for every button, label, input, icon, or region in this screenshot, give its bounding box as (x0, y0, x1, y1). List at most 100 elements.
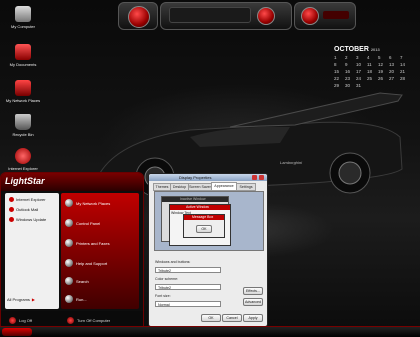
play-button-icon[interactable] (257, 7, 275, 25)
tab-desktop[interactable]: Desktop (170, 183, 189, 191)
search-icon (65, 277, 73, 285)
weather-display (323, 11, 349, 19)
message-box-preview: Message Box OK (183, 214, 225, 238)
start-item-control-panel[interactable]: Control Panel (65, 219, 100, 227)
log-off-icon (9, 317, 16, 324)
taskbar (0, 326, 420, 337)
start-item-label: My Network Places (76, 200, 111, 206)
help-icon (65, 259, 73, 267)
internet-explorer-icon (9, 197, 14, 202)
documents-folder-icon (15, 44, 31, 60)
dialog-titlebar[interactable]: Display Properties (149, 174, 267, 181)
start-item-internet-explorer[interactable]: Internet Explorer (9, 197, 46, 202)
windows-and-buttons-label: Windows and buttons: (155, 260, 191, 264)
close-icon[interactable] (259, 175, 264, 180)
tab-settings[interactable]: Settings (236, 183, 256, 191)
start-item-windows-update[interactable]: Windows Update (9, 217, 46, 222)
media-gadget[interactable] (160, 2, 292, 30)
start-menu: LightStar Internet Explorer Outlook Mail… (0, 172, 144, 334)
windows-update-icon (9, 217, 14, 222)
start-button[interactable] (2, 328, 32, 336)
calendar-day: 6 (389, 55, 392, 60)
desktop-icon-recycle-bin[interactable]: Recycle Bin (0, 114, 46, 137)
calendar-day: 16 (345, 69, 351, 74)
calendar-day: 1 (334, 55, 337, 60)
calendar-year: 2013 (370, 47, 380, 52)
calendar-day: 25 (367, 76, 373, 81)
start-item-run[interactable]: Run... (65, 295, 87, 303)
tab-screen-saver[interactable]: Screen Saver (188, 183, 212, 191)
font-size-select[interactable]: Normal (155, 301, 221, 307)
desktop-icon-my-network-places[interactable]: My Network Places (0, 80, 46, 103)
calendar-day: 17 (356, 69, 362, 74)
media-display (169, 7, 251, 23)
start-item-outlook-mail[interactable]: Outlook Mail (9, 207, 38, 212)
desktop-icon-my-documents[interactable]: My Documents (0, 44, 46, 67)
advanced-button[interactable]: Advanced (243, 298, 263, 306)
clock-gadget[interactable] (118, 2, 158, 30)
calendar-day: 10 (356, 62, 362, 67)
start-item-label: Printers and Faxes (76, 240, 110, 246)
calendar-day: 5 (378, 55, 381, 60)
printer-icon (65, 239, 73, 247)
desktop-icon-my-computer[interactable]: My Computer (0, 6, 46, 29)
desktop-icon-label: My Network Places (5, 98, 41, 103)
calendar-day: 12 (378, 62, 384, 67)
calendar-day: 22 (334, 76, 340, 81)
clock-dial-icon (128, 6, 150, 28)
help-icon[interactable] (252, 175, 257, 180)
power-icon (67, 317, 74, 324)
calendar-day: 7 (400, 55, 403, 60)
calendar-day: 2 (345, 55, 348, 60)
start-item-label: Control Panel (76, 220, 101, 226)
calendar-day: 26 (378, 76, 384, 81)
start-item-label: Outlook Mail (16, 207, 39, 212)
cancel-button[interactable]: Cancel (222, 314, 242, 322)
log-off-label: Log Off (19, 318, 33, 323)
calendar-day: 15 (334, 69, 340, 74)
calendar-day: 21 (400, 69, 406, 74)
start-item-label: Run... (76, 296, 87, 302)
calendar-day: 20 (389, 69, 395, 74)
start-item-label: Search (76, 278, 89, 284)
weather-gadget[interactable] (294, 2, 356, 30)
desktop-icon-label: My Documents (9, 62, 37, 67)
desktop-icon-internet-explorer[interactable]: Internet Explorer (0, 148, 46, 171)
mail-icon (9, 207, 14, 212)
all-programs-label: All Programs (7, 297, 30, 302)
turn-off-button[interactable]: Turn Off Computer (67, 317, 110, 324)
network-icon (65, 199, 73, 207)
recycle-bin-icon (15, 114, 31, 130)
weather-dial-icon (301, 7, 319, 25)
calendar-day: 9 (345, 62, 348, 67)
start-item-search[interactable]: Search (65, 277, 89, 285)
color-scheme-select[interactable]: Tribute2 (155, 284, 221, 290)
log-off-button[interactable]: Log Off (9, 317, 32, 324)
windows-and-buttons-select[interactable]: Tribute2 (155, 267, 221, 273)
calendar-day: 14 (400, 62, 406, 67)
network-icon (15, 80, 31, 96)
tab-themes[interactable]: Themes (153, 183, 171, 191)
turn-off-label: Turn Off Computer (77, 318, 111, 323)
apply-button[interactable]: Apply (243, 314, 263, 322)
start-item-printers-and-faxes[interactable]: Printers and Faxes (65, 239, 110, 247)
inactive-window-title: Inactive Window (162, 197, 228, 202)
calendar-day: 11 (367, 62, 372, 67)
calendar-day: 13 (389, 62, 395, 67)
calendar-day: 18 (367, 69, 373, 74)
display-properties-dialog: Display Properties Themes Desktop Screen… (148, 173, 268, 327)
control-panel-icon (65, 219, 73, 227)
desktop-icon-label: Recycle Bin (12, 132, 34, 137)
start-item-label: Help and Support (76, 260, 108, 266)
start-item-my-network-places[interactable]: My Network Places (65, 199, 110, 207)
car-badge: Lamborghini (280, 160, 303, 165)
effects-button[interactable]: Effects... (243, 287, 263, 295)
start-item-help-and-support[interactable]: Help and Support (65, 259, 107, 267)
all-programs-button[interactable]: All Programs ▶ (7, 297, 35, 302)
arrow-right-icon: ▶ (31, 297, 35, 302)
ok-button[interactable]: OK (201, 314, 221, 322)
desktop-icon-label: My Computer (10, 24, 35, 29)
calendar-day: 3 (356, 55, 359, 60)
calendar-day: 8 (334, 62, 337, 67)
tab-appearance[interactable]: Appearance (211, 182, 237, 191)
